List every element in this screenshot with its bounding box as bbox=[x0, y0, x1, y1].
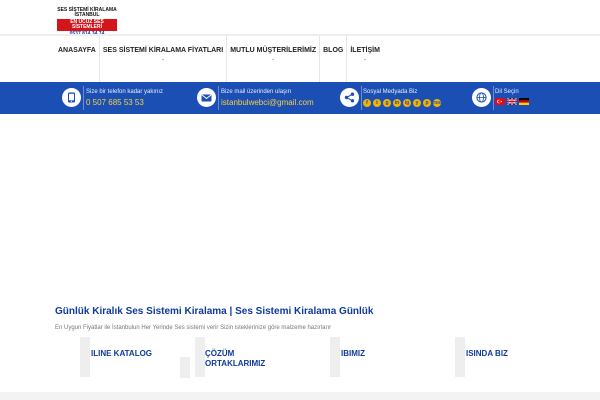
separator bbox=[493, 86, 494, 110]
email-link[interactable]: istanbulwebci@gmail.com bbox=[221, 98, 314, 107]
logo-line-1: SES SİSTEMİ KİRALAMA İSTANBUL bbox=[57, 7, 117, 18]
nav-item-label: MUTLU MÜŞTERİLERİMİZ bbox=[230, 47, 317, 54]
submenu-indicator: - bbox=[161, 57, 165, 64]
pinterest-icon[interactable]: p bbox=[423, 99, 431, 107]
google-plus-icon[interactable]: g bbox=[383, 99, 391, 107]
card-edge bbox=[455, 337, 465, 377]
nav-item-fiyatlar[interactable]: SES SİSTEMİ KİRALAMA FİYATLARI - bbox=[100, 36, 228, 82]
nav-item-label: BLOG bbox=[323, 47, 344, 54]
nav-item-label: ANASAYFA bbox=[58, 47, 96, 54]
separator bbox=[218, 86, 219, 110]
globe-icon bbox=[472, 88, 491, 107]
phone-icon bbox=[62, 88, 81, 107]
page-title: Günlük Kiralık Ses Sistemi Kiralama | Se… bbox=[55, 306, 374, 317]
mail-icon bbox=[197, 88, 216, 107]
tr-flag-icon[interactable] bbox=[495, 98, 505, 105]
card-online-katalog[interactable]: ILINE KATALOG bbox=[91, 349, 152, 359]
social-title: Sosyal Medyada Biz bbox=[363, 89, 418, 95]
logo-line-2: EN UCUZ SES SİSTEMLERİ bbox=[57, 19, 117, 31]
social-links: f t g in ig y p rss bbox=[363, 99, 441, 107]
uk-flag-icon[interactable] bbox=[507, 98, 517, 105]
mail-title: Bize mail üzerinden ulaşın bbox=[221, 89, 292, 95]
main-nav: ANASAYFA SES SİSTEMİ KİRALAMA FİYATLARI … bbox=[55, 36, 383, 82]
separator bbox=[83, 86, 84, 110]
de-flag-icon[interactable] bbox=[519, 98, 529, 105]
language-title: Dil Seçin bbox=[495, 89, 519, 95]
rss-icon[interactable]: rss bbox=[433, 99, 441, 107]
card-hakkimizda[interactable]: IBIMIZ bbox=[341, 349, 365, 359]
linkedin-icon[interactable]: in bbox=[393, 99, 401, 107]
footer-strip bbox=[0, 392, 600, 400]
nav-item-blog[interactable]: BLOG bbox=[320, 36, 348, 82]
share-icon bbox=[340, 88, 359, 107]
submenu-indicator: - bbox=[271, 57, 275, 64]
site-logo[interactable]: SES SİSTEMİ KİRALAMA İSTANBUL EN UCUZ SE… bbox=[55, 8, 119, 37]
page-subtitle: En Uygun Fiyatlar ile İstanbulun Her Yer… bbox=[55, 325, 332, 331]
facebook-icon[interactable]: f bbox=[363, 99, 371, 107]
separator bbox=[361, 86, 362, 110]
instagram-icon[interactable]: ig bbox=[403, 99, 411, 107]
nav-item-anasayfa[interactable]: ANASAYFA bbox=[55, 36, 100, 82]
card-edge bbox=[330, 337, 340, 377]
card-edge bbox=[80, 337, 90, 377]
nav-item-label: SES SİSTEMİ KİRALAMA FİYATLARI bbox=[102, 47, 224, 54]
card-basinda-biz[interactable]: ISINDA BIZ bbox=[466, 349, 508, 359]
card-cozum-ortaklarimiz[interactable]: ÇÖZÜM ORTAKLARIMIZ bbox=[205, 349, 265, 368]
page: SES SİSTEMİ KİRALAMA İSTANBUL EN UCUZ SE… bbox=[0, 0, 600, 400]
phone-number-link[interactable]: 0 507 685 53 53 bbox=[86, 98, 144, 107]
phone-title: Size bir telefon kadar yakınız bbox=[86, 89, 164, 95]
nav-item-iletisim[interactable]: İLETİŞİM - bbox=[347, 36, 383, 82]
nav-item-label: İLETİŞİM bbox=[350, 47, 380, 54]
card-edge bbox=[195, 337, 205, 377]
contact-info-bar: Size bir telefon kadar yakınız 0 507 685… bbox=[0, 82, 600, 114]
youtube-icon[interactable]: y bbox=[413, 99, 421, 107]
submenu-indicator: - bbox=[363, 57, 367, 64]
card-edge bbox=[180, 357, 190, 378]
nav-item-musteriler[interactable]: MUTLU MÜŞTERİLERİMİZ - bbox=[227, 36, 321, 82]
twitter-icon[interactable]: t bbox=[373, 99, 381, 107]
language-switcher bbox=[495, 98, 529, 105]
